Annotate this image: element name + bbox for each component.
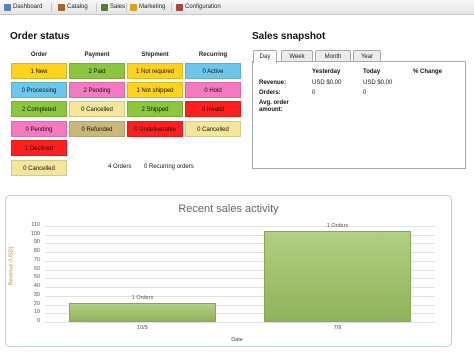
order-processing-cell[interactable]: 0 Processing (11, 82, 67, 98)
order-status-title: Order status (10, 31, 70, 42)
x-axis-label: Date (231, 337, 243, 343)
dashboard-icon (4, 4, 11, 11)
nav-dashboard-label: Dashboard (13, 4, 43, 10)
nav-divider (171, 3, 172, 12)
avg-order-label-line2: amount: (259, 107, 283, 113)
y-tick-label: 20 (33, 300, 40, 307)
sales-snapshot-title: Sales snapshot (252, 31, 326, 42)
nav-sales[interactable]: Sales (101, 2, 125, 13)
recurring-active-cell[interactable]: 0 Active (185, 63, 241, 79)
chart-title: Recent sales activity (178, 203, 279, 215)
y-tick-label: 60 (33, 265, 40, 272)
y-tick-label: 70 (33, 256, 40, 263)
tab-day[interactable]: Day (253, 50, 277, 63)
bar-data-label: 1 Orders (326, 223, 349, 230)
column-header-payment: Payment (84, 52, 110, 58)
nav-divider (51, 3, 52, 12)
column-header-shipment: Shipment (141, 52, 169, 58)
order-cancelled-cell[interactable]: 0 Cancelled (11, 160, 67, 176)
recurring-orders-count: 0 Recurring orders (144, 164, 194, 170)
nav-divider (126, 3, 127, 12)
configuration-icon (176, 4, 183, 11)
nav-configuration-label: Configuration (185, 4, 221, 10)
nav-divider (96, 3, 97, 12)
shipment-not-required-cell[interactable]: 1 Not required (127, 63, 183, 79)
nav-catalog-label: Catalog (67, 4, 88, 10)
payment-cancelled-cell[interactable]: 0 Cancelled (69, 101, 125, 117)
y-tick-label: 80 (33, 248, 40, 255)
y-axis-label: Revenue (USD) (8, 246, 15, 286)
y-tick-label: 100 (30, 230, 40, 237)
payment-paid-cell[interactable]: 2 Paid (69, 63, 125, 79)
col-yesterday: Yesterday (312, 69, 341, 75)
nav-marketing-label: Marketing (139, 4, 166, 10)
avg-order-label: Avg. order (259, 100, 289, 106)
bar[interactable] (69, 302, 216, 322)
nav-sales-label: Sales (110, 4, 126, 10)
x-tick-label: 10/5 (137, 325, 148, 331)
revenue-yesterday: USD $0.00 (312, 80, 342, 86)
y-tick-label: 0 (36, 318, 40, 324)
bar[interactable] (264, 231, 411, 322)
y-tick-label: 90 (33, 239, 40, 246)
y-tick-label: 40 (33, 283, 40, 290)
y-gridline (45, 226, 435, 227)
catalog-icon (58, 4, 65, 11)
recurring-hold-cell[interactable]: 0 Hold (185, 82, 241, 98)
y-tick-label: 110 (31, 222, 40, 228)
recurring-cancelled-cell[interactable]: 0 Cancelled (185, 121, 241, 137)
nav-dashboard[interactable]: Dashboard (4, 2, 42, 13)
revenue-label: Revenue: (259, 80, 287, 86)
recurring-invalid-cell[interactable]: 0 Invalid (185, 101, 241, 117)
shipment-not-shipped-cell[interactable]: 1 Not shipped (127, 82, 183, 98)
nav-marketing[interactable]: Marketing (130, 2, 165, 13)
top-navigation-bar: Dashboard Catalog Sales Marketing Config… (0, 0, 474, 15)
order-pending-cell[interactable]: 0 Pending (11, 121, 67, 137)
y-gridline (45, 322, 435, 323)
sales-snapshot-panel (252, 61, 466, 169)
col-change: % Change (413, 69, 443, 75)
payment-refunded-cell[interactable]: 0 Refunded (69, 121, 125, 137)
orders-today: 0 (363, 90, 367, 96)
sales-icon (101, 4, 108, 11)
revenue-today: USD $0.00 (363, 80, 393, 86)
nav-catalog[interactable]: Catalog (58, 2, 88, 13)
col-today: Today (363, 69, 381, 75)
order-completed-cell[interactable]: 2 Completed (11, 101, 67, 117)
x-tick-label: 7/9 (333, 325, 342, 331)
order-declined-cell[interactable]: 1 Declined (11, 140, 67, 156)
shipment-shipped-cell[interactable]: 2 Shipped (127, 101, 183, 117)
total-orders-count: 4 Orders (108, 164, 132, 170)
bar-data-label: 1 Orders (131, 294, 154, 301)
y-tick-label: 10 (33, 309, 40, 316)
marketing-icon (130, 4, 137, 11)
order-new-cell[interactable]: 1 New (11, 63, 67, 79)
y-tick-label: 30 (33, 291, 40, 298)
orders-yesterday: 0 (312, 90, 316, 96)
shipment-undeliverable-cell[interactable]: 0 Undeliverable (127, 121, 183, 137)
nav-configuration[interactable]: Configuration (176, 2, 221, 13)
payment-pending-cell[interactable]: 2 Pending (69, 82, 125, 98)
column-header-recurring: Recurring (198, 52, 228, 58)
y-tick-label: 50 (33, 274, 40, 281)
column-header-order: Order (30, 52, 48, 58)
orders-label: Orders: (259, 90, 281, 96)
